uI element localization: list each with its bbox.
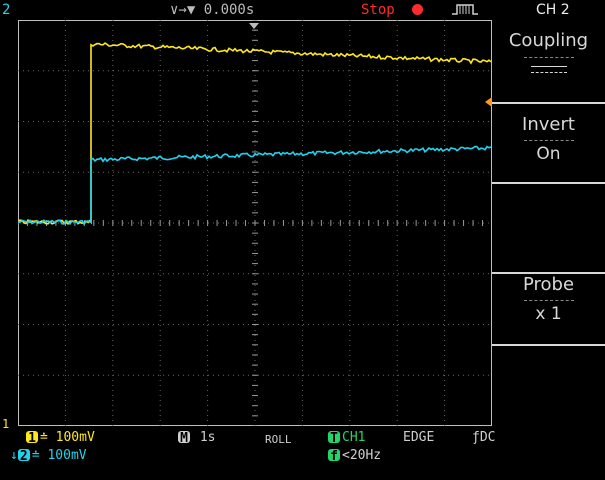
ch2-scale-value: 100mV bbox=[47, 448, 87, 463]
invert-title: Invert bbox=[522, 114, 575, 135]
trigger-source: T CH1 bbox=[328, 430, 365, 446]
dc-coupling-icon bbox=[530, 66, 567, 67]
dc-coupling-icon: ≐ bbox=[31, 448, 40, 463]
stop-indicator-icon bbox=[412, 4, 423, 15]
timebase-value: 1s bbox=[199, 430, 216, 445]
rising-edge-icon: ƒ bbox=[472, 430, 480, 445]
ch2-scale: ↓ 2 ≐ 100mV bbox=[10, 448, 87, 464]
timebase-badge: M bbox=[178, 431, 190, 446]
trigger-position-marker bbox=[249, 23, 259, 29]
trigger-position-readout: ∨→▼ 0.000s bbox=[170, 2, 255, 18]
ch1-scale-value: 100mV bbox=[55, 430, 95, 445]
trigger-filter: f <20Hz bbox=[328, 448, 381, 464]
filter-badge: f bbox=[328, 449, 340, 464]
timebase: M 1s bbox=[178, 430, 215, 446]
trigger-badge: T bbox=[328, 431, 340, 446]
channel-menu: Coupling Invert On Probe x 1 bbox=[492, 20, 605, 426]
trigger-coupling-value: DC bbox=[479, 430, 496, 445]
probe-value: x 1 bbox=[535, 304, 562, 324]
trigger-type: EDGE bbox=[403, 430, 435, 445]
acquisition-mode: ROLL bbox=[265, 433, 292, 446]
trigger-level-marker bbox=[485, 97, 492, 107]
probe-softkey[interactable]: Probe x 1 bbox=[492, 274, 605, 346]
coupling-softkey[interactable]: Coupling bbox=[492, 20, 605, 104]
acquire-mode-icon bbox=[452, 4, 478, 15]
coupling-title: Coupling bbox=[508, 30, 589, 51]
trigger-filter-value: <20Hz bbox=[342, 448, 382, 463]
dc-coupling-icon: ≐ bbox=[40, 430, 48, 445]
empty-softkey[interactable] bbox=[492, 184, 605, 274]
ch2-badge: 2 bbox=[17, 449, 30, 464]
ch1-scale: 1 ≐ 100mV bbox=[26, 430, 95, 446]
probe-title: Probe bbox=[522, 274, 575, 295]
bottom-status-bar: 1 ≐ 100mV ↓ 2 ≐ 100mV M 1s ROLL T CH1 EDGE ƒ… bbox=[0, 426, 605, 480]
ch1-badge: 1 bbox=[26, 431, 38, 446]
invert-value: On bbox=[536, 144, 561, 164]
run-state-label: Stop bbox=[361, 2, 395, 18]
invert-arrow-icon: ↓ bbox=[10, 448, 18, 463]
channel-menu-title: CH 2 bbox=[536, 2, 570, 18]
invert-softkey[interactable]: Invert On bbox=[492, 104, 605, 184]
top-status-bar: 2 ∨→▼ 0.000s Stop CH 2 bbox=[0, 0, 605, 20]
trigger-coupling: ƒDC bbox=[472, 430, 495, 446]
trigger-source-value: CH1 bbox=[342, 430, 366, 445]
ch2-ground-marker: 2 bbox=[2, 2, 11, 18]
graticule bbox=[18, 20, 492, 426]
